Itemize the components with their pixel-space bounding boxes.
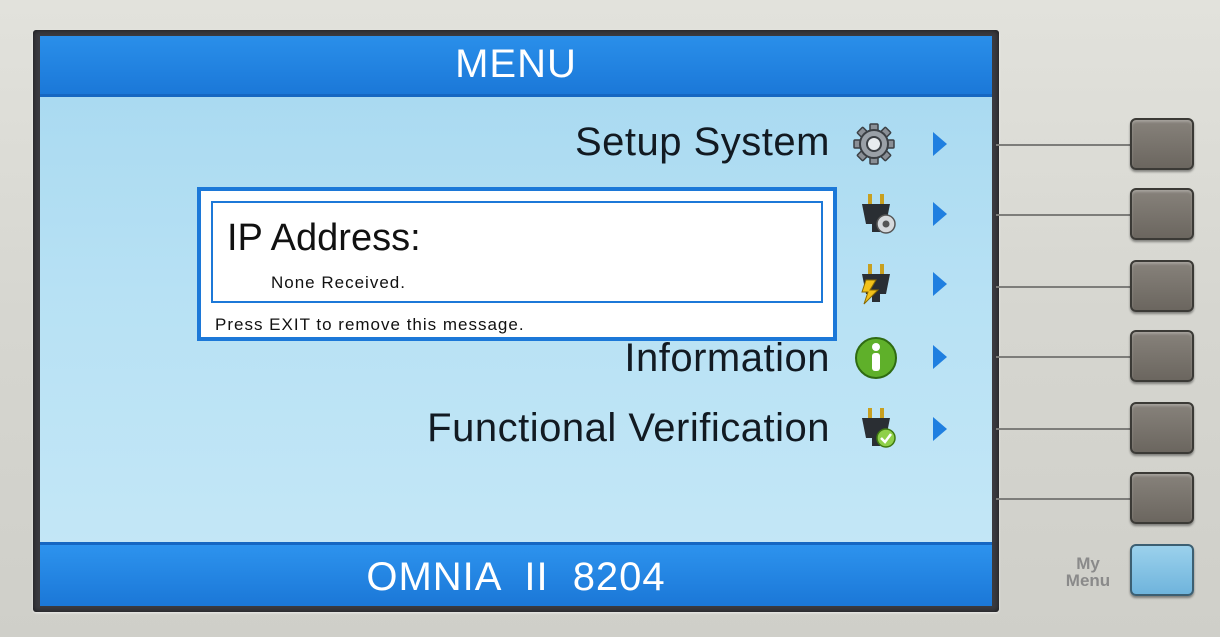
page-title: MENU xyxy=(455,42,577,86)
soft-key-2[interactable] xyxy=(1130,188,1194,240)
plug-check-icon xyxy=(862,408,896,448)
menu-item-information[interactable]: Information xyxy=(40,336,830,381)
chevron-right-icon[interactable] xyxy=(933,202,947,226)
plug-gear-icon xyxy=(862,194,896,234)
plug-lightning-icon xyxy=(861,264,890,305)
soft-key-1[interactable] xyxy=(1130,118,1194,170)
soft-key-line xyxy=(996,286,1136,288)
soft-key-line xyxy=(996,498,1136,500)
soft-key-5[interactable] xyxy=(1130,402,1194,454)
footer-bar: OMNIA II 8204 xyxy=(40,542,992,606)
soft-key-line xyxy=(996,428,1136,430)
ip-address-dialog: IP Address: None Received. Press EXIT to… xyxy=(197,187,837,341)
soft-key-line xyxy=(996,214,1136,216)
chevron-right-icon[interactable] xyxy=(933,272,947,296)
lcd-screen: MENU Setup System Information Functional… xyxy=(40,36,992,606)
soft-key-4[interactable] xyxy=(1130,330,1194,382)
chevron-right-icon[interactable] xyxy=(933,345,947,369)
my-menu-button[interactable] xyxy=(1130,544,1194,596)
info-icon xyxy=(855,337,897,379)
dialog-footer-hint: Press EXIT to remove this message. xyxy=(215,315,525,334)
chevron-right-icon[interactable] xyxy=(933,132,947,156)
menu-item-functional-verification[interactable]: Functional Verification xyxy=(40,406,830,451)
gear-icon xyxy=(853,123,895,165)
dialog-content-box: IP Address: None Received. xyxy=(211,201,823,303)
dialog-value: None Received. xyxy=(271,273,406,292)
model-label: OMNIA II 8204 xyxy=(366,555,666,599)
soft-key-3[interactable] xyxy=(1130,260,1194,312)
chevron-right-icon[interactable] xyxy=(933,417,947,441)
soft-key-6[interactable] xyxy=(1130,472,1194,524)
title-bar: MENU xyxy=(40,36,992,97)
soft-key-line xyxy=(996,144,1136,146)
menu-item-setup-system[interactable]: Setup System xyxy=(40,120,830,165)
soft-key-line xyxy=(996,356,1136,358)
my-menu-label: My Menu xyxy=(1065,554,1111,590)
dialog-title: IP Address: xyxy=(227,217,421,259)
